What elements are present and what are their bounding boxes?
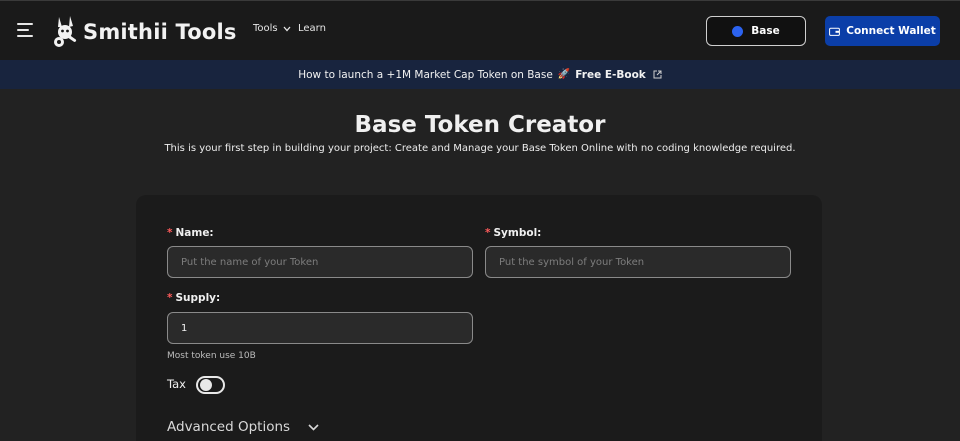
brand-logo[interactable]: Smithii Tools: [50, 15, 237, 49]
tax-label: Tax: [167, 377, 186, 391]
required-mark: *: [485, 227, 491, 239]
nav-learn-label: Learn: [298, 23, 326, 34]
base-network-icon: [732, 25, 744, 37]
wallet-icon: [829, 27, 841, 36]
external-link-icon: [653, 70, 662, 79]
chevron-down-icon: [308, 423, 319, 431]
banner-cta: Free E-Book: [575, 68, 646, 81]
ebook-promo-banner[interactable]: How to launch a +1M Market Cap Token on …: [0, 60, 960, 89]
chevron-down-icon: [283, 26, 291, 31]
banner-text: How to launch a +1M Market Cap Token on …: [298, 68, 553, 81]
nav-learn-link[interactable]: Learn: [298, 23, 326, 34]
tax-toggle[interactable]: [196, 376, 225, 394]
supply-field-label: * Supply:: [167, 292, 220, 304]
network-label: Base: [751, 25, 780, 37]
token-symbol-input[interactable]: Put the symbol of your Token: [485, 246, 791, 278]
nav-tools-label: Tools: [253, 23, 278, 34]
top-navbar: Smithii Tools Tools Learn Base Connect W…: [0, 0, 960, 60]
advanced-options-label: Advanced Options: [167, 419, 291, 435]
page-subtitle: This is your first step in building your…: [164, 143, 796, 154]
network-select-button[interactable]: Base: [706, 16, 806, 46]
nav-tools-dropdown[interactable]: Tools: [253, 23, 291, 34]
name-field-label: * Name:: [167, 227, 214, 239]
connect-wallet-button[interactable]: Connect Wallet: [825, 16, 940, 46]
token-name-input[interactable]: Put the name of your Token: [167, 246, 473, 278]
token-supply-value: 1: [181, 322, 188, 334]
required-mark: *: [167, 292, 173, 304]
hamburger-menu-icon[interactable]: [17, 23, 33, 37]
rabbit-mascot-icon: [54, 16, 77, 47]
brand-name: Smithii Tools: [83, 20, 237, 44]
symbol-field-label: * Symbol:: [485, 227, 541, 239]
token-name-placeholder: Put the name of your Token: [181, 256, 319, 268]
symbol-label-text: Symbol:: [493, 227, 542, 239]
token-symbol-placeholder: Put the symbol of your Token: [499, 256, 645, 268]
toggle-knob: [200, 379, 212, 391]
page-title: Base Token Creator: [354, 112, 606, 138]
supply-label-text: Supply:: [175, 292, 221, 304]
rocket-emoji: 🚀: [557, 69, 571, 80]
supply-hint: Most token use 10B: [167, 351, 256, 361]
required-mark: *: [167, 227, 173, 239]
connect-wallet-label: Connect Wallet: [846, 25, 936, 37]
name-label-text: Name:: [175, 227, 214, 239]
token-supply-input[interactable]: 1: [167, 312, 473, 344]
advanced-options-toggle[interactable]: Advanced Options: [167, 419, 319, 435]
